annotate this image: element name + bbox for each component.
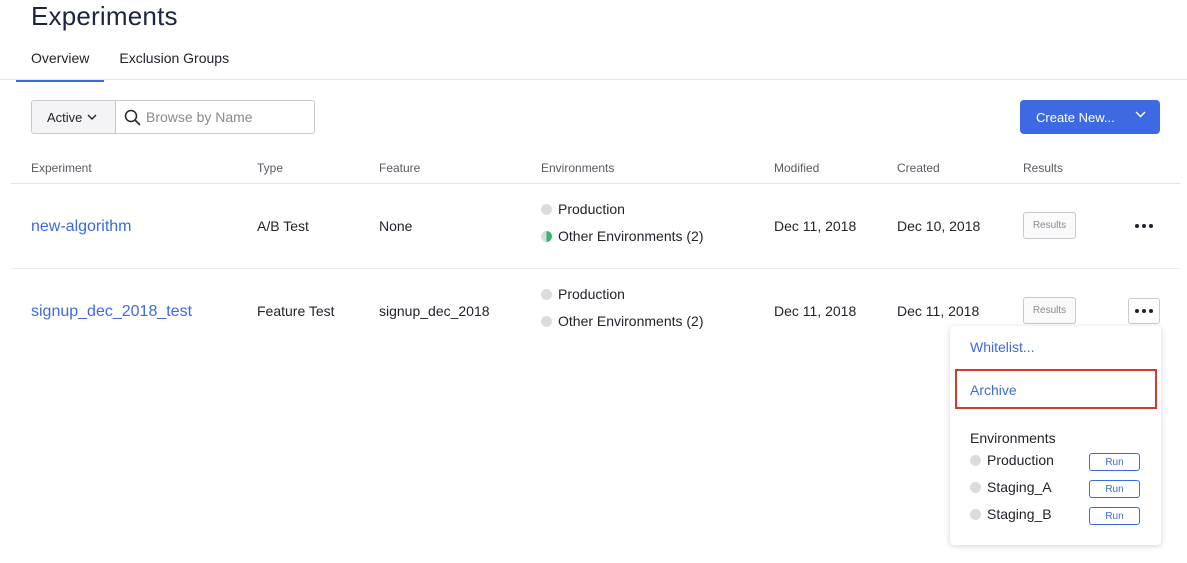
tab-exclusion-groups[interactable]: Exclusion Groups (104, 40, 244, 82)
experiment-type: Feature Test (257, 303, 335, 319)
experiment-link[interactable]: new-algorithm (31, 218, 131, 236)
experiment-link[interactable]: signup_dec_2018_test (31, 303, 192, 321)
ellipsis-icon-dot (1149, 224, 1153, 228)
modified-date: Dec 11, 2018 (774, 303, 857, 319)
column-header-results: Results (1023, 161, 1064, 175)
menu-environments-heading: Environments (970, 430, 1056, 446)
column-header-experiment: Experiment (31, 161, 92, 175)
menu-item-archive[interactable]: Archive (970, 382, 1017, 398)
status-dot-icon (970, 508, 981, 520)
status-dot-icon (970, 481, 981, 493)
more-actions-button[interactable] (1128, 298, 1160, 324)
status-dot-icon (541, 315, 552, 327)
ellipsis-icon (1135, 309, 1139, 313)
experiment-feature: signup_dec_2018 (379, 303, 490, 319)
environment-label: Staging_A (987, 479, 1052, 495)
environment-status: Other Environments (2) (541, 228, 704, 244)
environment-status: Production (541, 201, 625, 217)
column-header-type: Type (257, 161, 284, 175)
column-header-modified: Modified (774, 161, 820, 175)
tabs-divider (0, 79, 1187, 80)
environment-status: Production (541, 286, 625, 302)
create-new-button[interactable]: Create New... (1020, 100, 1160, 134)
status-dot-icon (541, 203, 552, 215)
environment-status: Other Environments (2) (541, 313, 704, 329)
column-header-environments: Environments (541, 161, 615, 175)
page-title: Experiments (31, 1, 178, 31)
created-date: Dec 10, 2018 (897, 218, 981, 234)
environment-label: Production (987, 452, 1054, 468)
create-new-label: Create New... (1036, 109, 1115, 125)
experiment-feature: None (379, 218, 413, 234)
search-field[interactable] (115, 100, 315, 134)
modified-date: Dec 11, 2018 (774, 218, 857, 234)
ellipsis-icon-dot (1149, 309, 1153, 313)
created-date: Dec 11, 2018 (897, 303, 980, 319)
ellipsis-icon-dot (1142, 309, 1146, 313)
menu-item-whitelist[interactable]: Whitelist... (970, 339, 1035, 355)
run-button[interactable]: Run (1089, 453, 1140, 471)
menu-environment-item: Staging_B (970, 506, 1052, 522)
menu-environment-item: Staging_A (970, 479, 1052, 495)
ellipsis-icon-dot (1142, 224, 1146, 228)
run-button[interactable]: Run (1089, 480, 1140, 498)
status-dot-icon (541, 288, 552, 300)
environment-label: Production (558, 201, 625, 217)
results-button[interactable]: Results (1023, 297, 1076, 324)
environment-label: Staging_B (987, 506, 1052, 522)
results-button[interactable]: Results (1023, 212, 1076, 239)
chevron-down-icon (87, 114, 97, 120)
row-divider (11, 268, 1180, 269)
row-actions-menu: Whitelist... Archive Environments Produc… (950, 326, 1161, 545)
ellipsis-icon (1135, 224, 1139, 228)
search-input[interactable] (146, 109, 306, 125)
chevron-down-icon[interactable] (1135, 111, 1146, 118)
column-header-feature: Feature (379, 161, 421, 175)
tab-overview[interactable]: Overview (16, 40, 105, 82)
tab-bar: Overview Exclusion Groups (16, 40, 244, 82)
status-filter-dropdown[interactable]: Active (31, 100, 116, 134)
status-dot-partial-icon (541, 230, 552, 242)
more-actions-button[interactable] (1128, 213, 1160, 239)
menu-environment-item: Production (970, 452, 1054, 468)
environment-label: Production (558, 286, 625, 302)
status-dot-icon (970, 454, 981, 466)
experiment-type: A/B Test (257, 218, 309, 234)
column-header-created: Created (897, 161, 940, 175)
environment-label: Other Environments (2) (558, 228, 704, 244)
environment-label: Other Environments (2) (558, 313, 704, 329)
table-header-divider (11, 183, 1180, 184)
search-icon (124, 109, 141, 126)
run-button[interactable]: Run (1089, 507, 1140, 525)
status-filter-value: Active (47, 109, 83, 125)
